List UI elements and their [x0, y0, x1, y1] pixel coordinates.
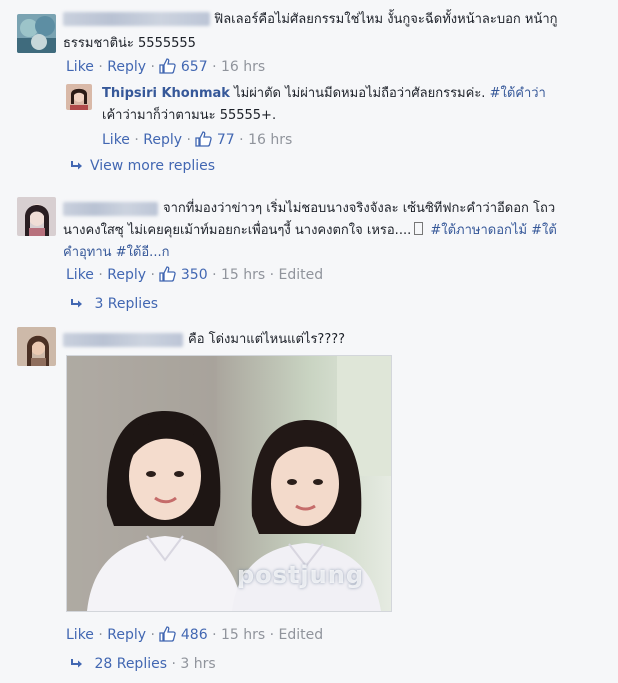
like-count[interactable]: 657	[181, 59, 208, 75]
comment-actions: Like · Reply · 657 · 16 hrs	[66, 58, 265, 75]
like-button[interactable]: Like	[102, 132, 130, 148]
thumbs-up-icon[interactable]	[159, 266, 177, 282]
separator: ·	[212, 627, 221, 643]
commenter-name-blurred[interactable]	[63, 202, 158, 216]
photo-watermark: postjung	[237, 561, 365, 589]
separator: ·	[269, 267, 279, 283]
like-button[interactable]: Like	[66, 267, 94, 283]
separator: ·	[212, 267, 221, 283]
comment-text-line: ธรรมชาติน่ะ 5555555	[63, 36, 196, 51]
avatar-photo-icon	[17, 14, 56, 53]
replies-timestamp[interactable]: 3 hrs	[180, 656, 215, 672]
commenter-avatar[interactable]	[17, 14, 56, 53]
commenter-name-blurred[interactable]	[63, 12, 210, 26]
separator: ·	[167, 656, 181, 672]
commenter-name-blurred[interactable]	[63, 333, 183, 347]
reply-text: Thipsiri Khonmak ไม่ผ่าตัด ไม่ผ่านมีดหมอ…	[102, 83, 612, 104]
separator: ·	[134, 132, 144, 148]
reply-text-line: เค้าว่ามาก็ว่าตามนะ 55555+.	[102, 108, 277, 123]
separator: ·	[269, 627, 279, 643]
avatar-photo-icon	[66, 84, 92, 110]
comment-actions: Like · Reply · 486 · 15 hrs · Edited	[66, 626, 323, 643]
missing-glyph-icon	[414, 222, 424, 235]
reply-text-line: ไม่ผ่าตัด ไม่ผ่านมีดหมอไม่ถือว่าศัลยกรรม…	[229, 86, 486, 101]
reply-button[interactable]: Reply	[107, 267, 146, 283]
comment-text: ฟิลเลอร์คือไม่ศัลยกรรมใช่ไหม งั้นกูจะฉีด…	[214, 9, 614, 30]
avatar-photo-icon	[17, 197, 56, 236]
comment-text: คำอุทาน #ใต้อี...ก	[63, 242, 169, 263]
comment-photo[interactable]: postjung	[66, 355, 392, 612]
like-count[interactable]: 350	[181, 267, 208, 283]
thumbs-up-icon[interactable]	[159, 58, 177, 74]
reply-arrow-icon	[71, 659, 82, 668]
timestamp[interactable]: 16 hrs	[221, 59, 265, 75]
separator: ·	[98, 267, 108, 283]
reply-author-link[interactable]: Thipsiri Khonmak	[102, 86, 230, 101]
reply-avatar[interactable]	[66, 84, 92, 110]
separator: ·	[150, 267, 160, 283]
hashtag-link[interactable]: #ใต้คำว่า	[490, 86, 546, 101]
edited-label[interactable]: Edited	[279, 627, 324, 643]
comment-text-line: นางคงใสซุ ไม่เคยคุยเม้าท์มอยกะเพื่อนๆงี้…	[63, 223, 412, 238]
separator: ·	[186, 132, 196, 148]
reply-arrow-icon	[71, 299, 82, 308]
timestamp[interactable]: 15 hrs	[221, 267, 265, 283]
reply-text: เค้าว่ามาก็ว่าตามนะ 55555+.	[102, 105, 276, 126]
comment-text: จากที่มองว่าข่าวๆ เริ่มไม่ชอบนางจริงจังล…	[163, 198, 613, 219]
thumbs-up-icon[interactable]	[195, 131, 213, 147]
replies-link[interactable]: 3 Replies	[70, 296, 158, 312]
edited-label[interactable]: Edited	[279, 267, 324, 283]
hashtag-link[interactable]: #ใต้ภาษาดอกไม้	[430, 223, 527, 238]
comment-text-line: ฟิลเลอร์คือไม่ศัลยกรรมใช่ไหม งั้นกูจะฉีด…	[214, 12, 558, 27]
reply-button[interactable]: Reply	[107, 59, 146, 75]
hashtag-link[interactable]: คำอุทาน #ใต้อี...ก	[63, 245, 169, 260]
comment-text-line: คือ โด่งมาแต่ไหนแต่ไร????	[188, 332, 346, 347]
like-button[interactable]: Like	[66, 627, 94, 643]
separator: ·	[239, 132, 249, 148]
commenter-avatar[interactable]	[17, 327, 56, 366]
reply-button[interactable]: Reply	[107, 627, 146, 643]
commenter-avatar[interactable]	[17, 197, 56, 236]
view-more-replies-link[interactable]: View more replies	[70, 158, 215, 174]
replies-count-label[interactable]: 28 Replies	[94, 656, 167, 672]
like-count[interactable]: 486	[181, 627, 208, 643]
comment-text: ธรรมชาติน่ะ 5555555	[63, 33, 196, 54]
like-count[interactable]: 77	[217, 132, 235, 148]
comment-text: คือ โด่งมาแต่ไหนแต่ไร????	[188, 329, 345, 350]
separator: ·	[150, 59, 160, 75]
like-button[interactable]: Like	[66, 59, 94, 75]
separator: ·	[212, 59, 221, 75]
timestamp[interactable]: 16 hrs	[248, 132, 292, 148]
comment-text-line: จากที่มองว่าข่าวๆ เริ่มไม่ชอบนางจริงจังล…	[163, 201, 556, 216]
separator: ·	[98, 627, 108, 643]
replies-count-label[interactable]: 3 Replies	[94, 296, 158, 312]
view-more-replies-label[interactable]: View more replies	[90, 158, 215, 174]
separator: ·	[150, 627, 160, 643]
reply-button[interactable]: Reply	[143, 132, 182, 148]
hashtag-link[interactable]: #ใต้	[531, 223, 557, 238]
thumbs-up-icon[interactable]	[159, 626, 177, 642]
reply-arrow-icon	[71, 161, 82, 170]
timestamp[interactable]: 15 hrs	[221, 627, 265, 643]
replies-link[interactable]: 28 Replies · 3 hrs	[70, 656, 216, 672]
comment-actions: Like · Reply · 350 · 15 hrs · Edited	[66, 266, 323, 283]
reply-actions: Like · Reply · 77 · 16 hrs	[102, 131, 292, 148]
comment-text: นางคงใสซุ ไม่เคยคุยเม้าท์มอยกะเพื่อนๆงี้…	[63, 220, 613, 241]
separator: ·	[98, 59, 108, 75]
avatar-photo-icon	[17, 327, 56, 366]
